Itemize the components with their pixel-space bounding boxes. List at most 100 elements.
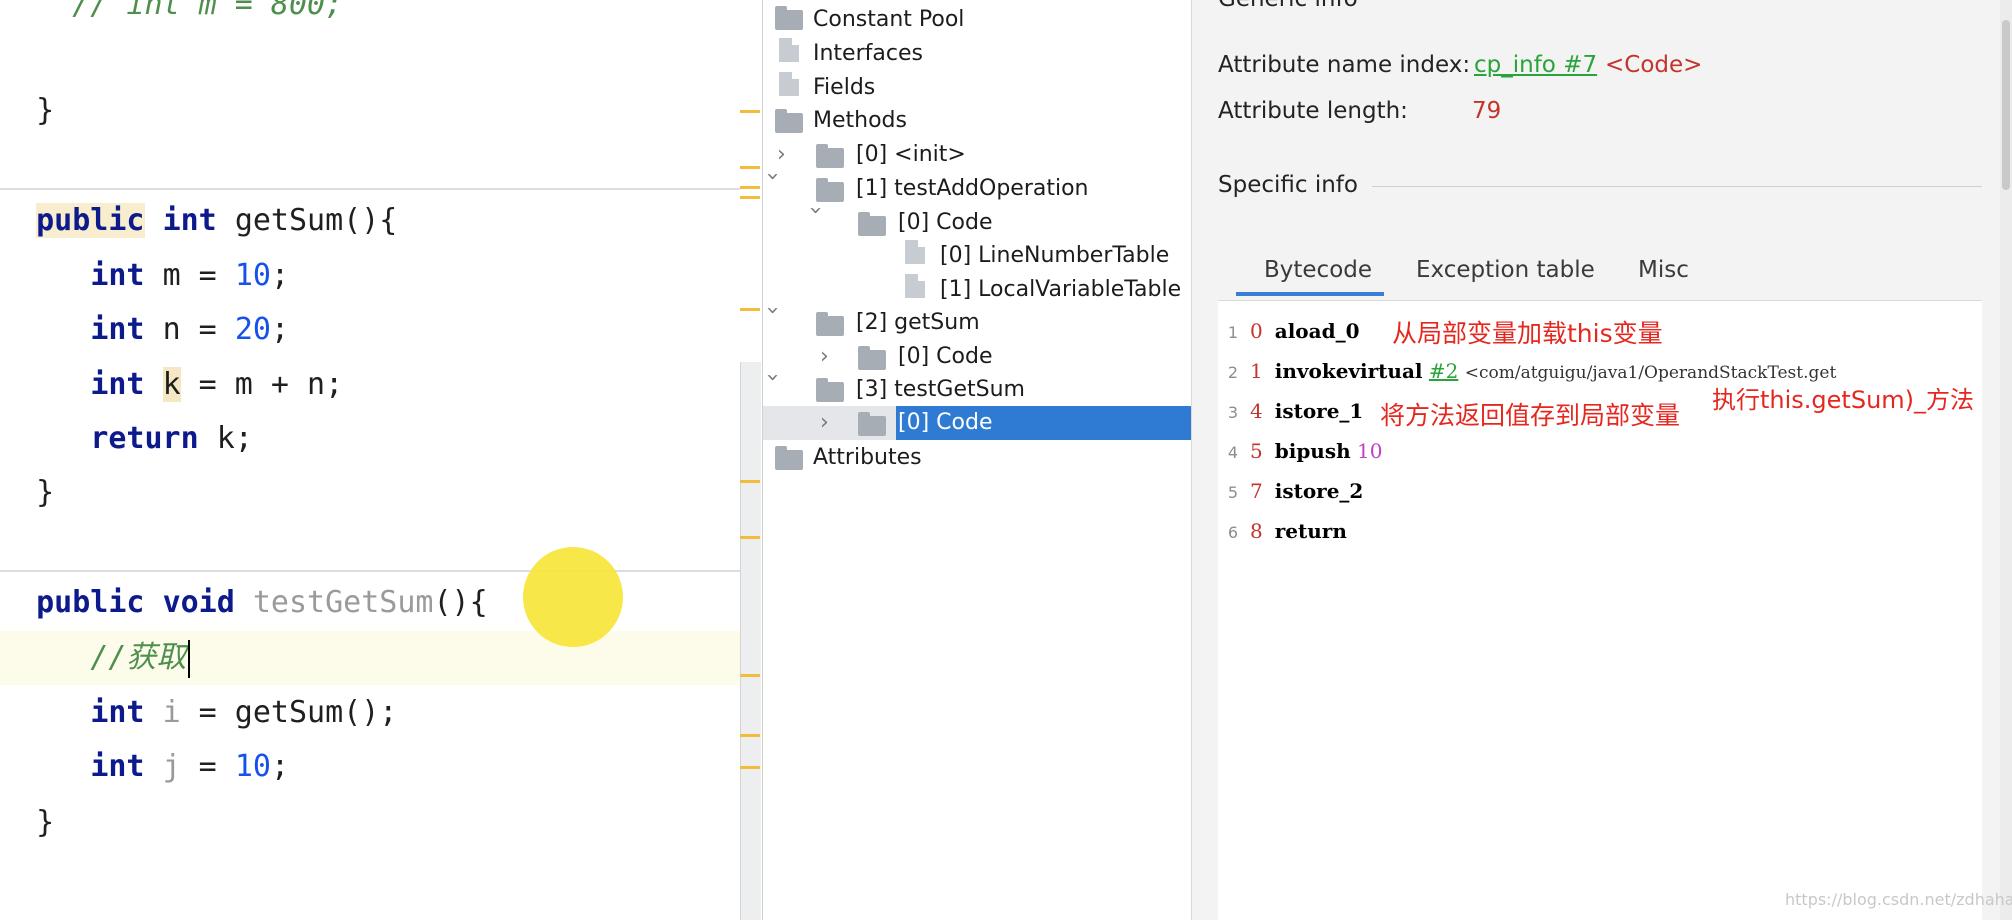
line-number: 4 xyxy=(1227,443,1238,462)
closing-brace: } xyxy=(36,93,55,128)
tree-item-linenumbertable[interactable]: [0] LineNumberTable xyxy=(940,239,1169,273)
cp-info-link[interactable]: cp_info #7 xyxy=(1474,52,1597,78)
folder-icon xyxy=(816,312,844,336)
bytecode-offset: 5 xyxy=(1250,439,1263,463)
gutter-marker xyxy=(740,674,760,677)
literal-10: 10 xyxy=(234,258,271,293)
annotation-store-result: 将方法返回值存到局部变量 xyxy=(1380,401,1681,430)
keyword-public: public xyxy=(36,203,145,238)
literal-10: 10 xyxy=(234,749,271,784)
chevron-down-icon[interactable]: › xyxy=(760,373,789,387)
code-line-brace: } xyxy=(0,466,740,520)
opcode: istore_1 xyxy=(1274,399,1364,423)
code-line-k: int k = m + n; xyxy=(0,358,740,412)
semicolon: ; xyxy=(270,749,289,784)
active-tab-indicator xyxy=(1236,292,1384,296)
tree-item-code[interactable]: [0] Code xyxy=(898,206,992,240)
keyword-int: int xyxy=(90,258,145,293)
return-value: k; xyxy=(198,421,253,456)
tree-item-attributes[interactable]: Attributes xyxy=(813,441,922,475)
chevron-right-icon[interactable]: › xyxy=(777,138,791,167)
line-number: 6 xyxy=(1227,523,1238,542)
method-separator xyxy=(0,570,740,572)
gutter-marker xyxy=(740,766,760,769)
method-name-getsum: getSum(){ xyxy=(234,203,398,238)
tree-item-fields[interactable]: Fields xyxy=(813,71,875,105)
opcode: bipush xyxy=(1274,439,1351,463)
folder-icon xyxy=(858,212,886,236)
closing-brace: } xyxy=(36,805,55,840)
tree-item-methods[interactable]: Methods xyxy=(813,104,907,138)
file-icon xyxy=(905,240,925,264)
gutter-marker xyxy=(740,734,760,737)
keyword-int: int xyxy=(90,749,145,784)
attribute-length-value: 79 xyxy=(1472,98,1502,124)
tree-item-getsum[interactable]: [2] getSum xyxy=(856,306,980,340)
method-separator xyxy=(0,188,740,190)
divider xyxy=(1372,186,1982,187)
expr-m-plus-n: = m + n; xyxy=(180,367,344,402)
folder-icon xyxy=(816,378,844,402)
chevron-down-icon[interactable]: › xyxy=(760,306,789,320)
bytecode-offset: 7 xyxy=(1250,479,1263,503)
gutter-marker xyxy=(740,308,760,311)
bytecode-line: 6 8 return xyxy=(1218,513,1347,549)
chevron-right-icon[interactable]: › xyxy=(820,406,834,435)
keyword-return: return xyxy=(90,421,199,456)
file-icon xyxy=(779,72,799,96)
code-line-i: int i = getSum(); xyxy=(0,686,740,740)
attribute-name-label: Attribute name index: xyxy=(1218,52,1471,78)
chevron-down-icon[interactable]: › xyxy=(760,172,789,186)
tab-bytecode[interactable]: Bytecode xyxy=(1264,250,1372,290)
class-structure-tree[interactable]: Constant Pool Interfaces Fields Methods … xyxy=(760,0,1192,920)
tab-exception-table[interactable]: Exception table xyxy=(1416,250,1595,290)
code-line-m: int m = 10; xyxy=(0,249,740,303)
text-caret xyxy=(188,639,191,678)
code-line-comment-caret[interactable]: //获取 xyxy=(0,631,740,685)
folder-icon xyxy=(775,6,803,30)
closing-brace: } xyxy=(36,475,55,510)
bytecode-line: 4 5 bipush 10 xyxy=(1218,433,1383,469)
semicolon: ; xyxy=(270,258,289,293)
keyword-void: void xyxy=(162,585,235,620)
tree-item-code-selected[interactable]: [0] Code xyxy=(898,406,992,440)
annotation-load-this: 从局部变量加载this变量 xyxy=(1392,319,1663,348)
opcode: return xyxy=(1274,519,1347,543)
keyword-int: int xyxy=(90,367,145,402)
folder-icon xyxy=(775,446,803,470)
code-line-getsum-signature: public int getSum(){ xyxy=(0,194,740,248)
keyword-int: int xyxy=(162,203,217,238)
gutter-marker xyxy=(740,196,760,199)
tree-item-constant-pool[interactable]: Constant Pool xyxy=(813,3,964,37)
file-icon xyxy=(905,274,925,298)
tree-item-localvariabletable[interactable]: [1] LocalVariableTable xyxy=(940,273,1181,307)
gutter-marker xyxy=(740,186,760,189)
gutter-marker xyxy=(740,110,760,113)
line-number: 5 xyxy=(1227,483,1238,502)
tree-item-init[interactable]: [0] <init> xyxy=(856,138,966,172)
tab-misc[interactable]: Misc xyxy=(1638,250,1689,290)
editor-scrollbar[interactable] xyxy=(740,362,761,920)
constant-pool-link[interactable]: #2 xyxy=(1429,359,1458,383)
specific-info-header: Specific info xyxy=(1218,172,1358,198)
tree-item-interfaces[interactable]: Interfaces xyxy=(813,37,923,71)
line-number: 1 xyxy=(1227,323,1238,342)
scrollbar-thumb[interactable] xyxy=(2002,20,2010,190)
opcode: istore_2 xyxy=(1274,479,1364,503)
tree-item-testaddoperation[interactable]: [1] testAddOperation xyxy=(856,172,1088,206)
code-editor[interactable]: // int m = 800; } public int getSum(){ i… xyxy=(0,0,740,920)
var-i: i xyxy=(162,695,181,730)
code-line-return: return k; xyxy=(0,412,740,466)
code-line-comment: // int m = 800; xyxy=(0,0,740,32)
opcode: invokevirtual xyxy=(1274,359,1423,383)
call-getsum: = getSum(); xyxy=(180,695,398,730)
comment-text: //获取 xyxy=(90,640,187,675)
chevron-right-icon[interactable]: › xyxy=(820,340,834,369)
panel-scrollbar[interactable] xyxy=(2000,0,2012,920)
tree-item-code[interactable]: [0] Code xyxy=(898,340,992,374)
chevron-down-icon[interactable]: › xyxy=(803,206,832,220)
annotation-invoke-getsum: 执行this.getSum)_方法 xyxy=(1712,386,1975,414)
gutter-marker xyxy=(740,480,760,483)
tree-item-testgetsum[interactable]: [3] testGetSum xyxy=(856,373,1025,407)
bytecode-offset: 1 xyxy=(1250,359,1263,383)
